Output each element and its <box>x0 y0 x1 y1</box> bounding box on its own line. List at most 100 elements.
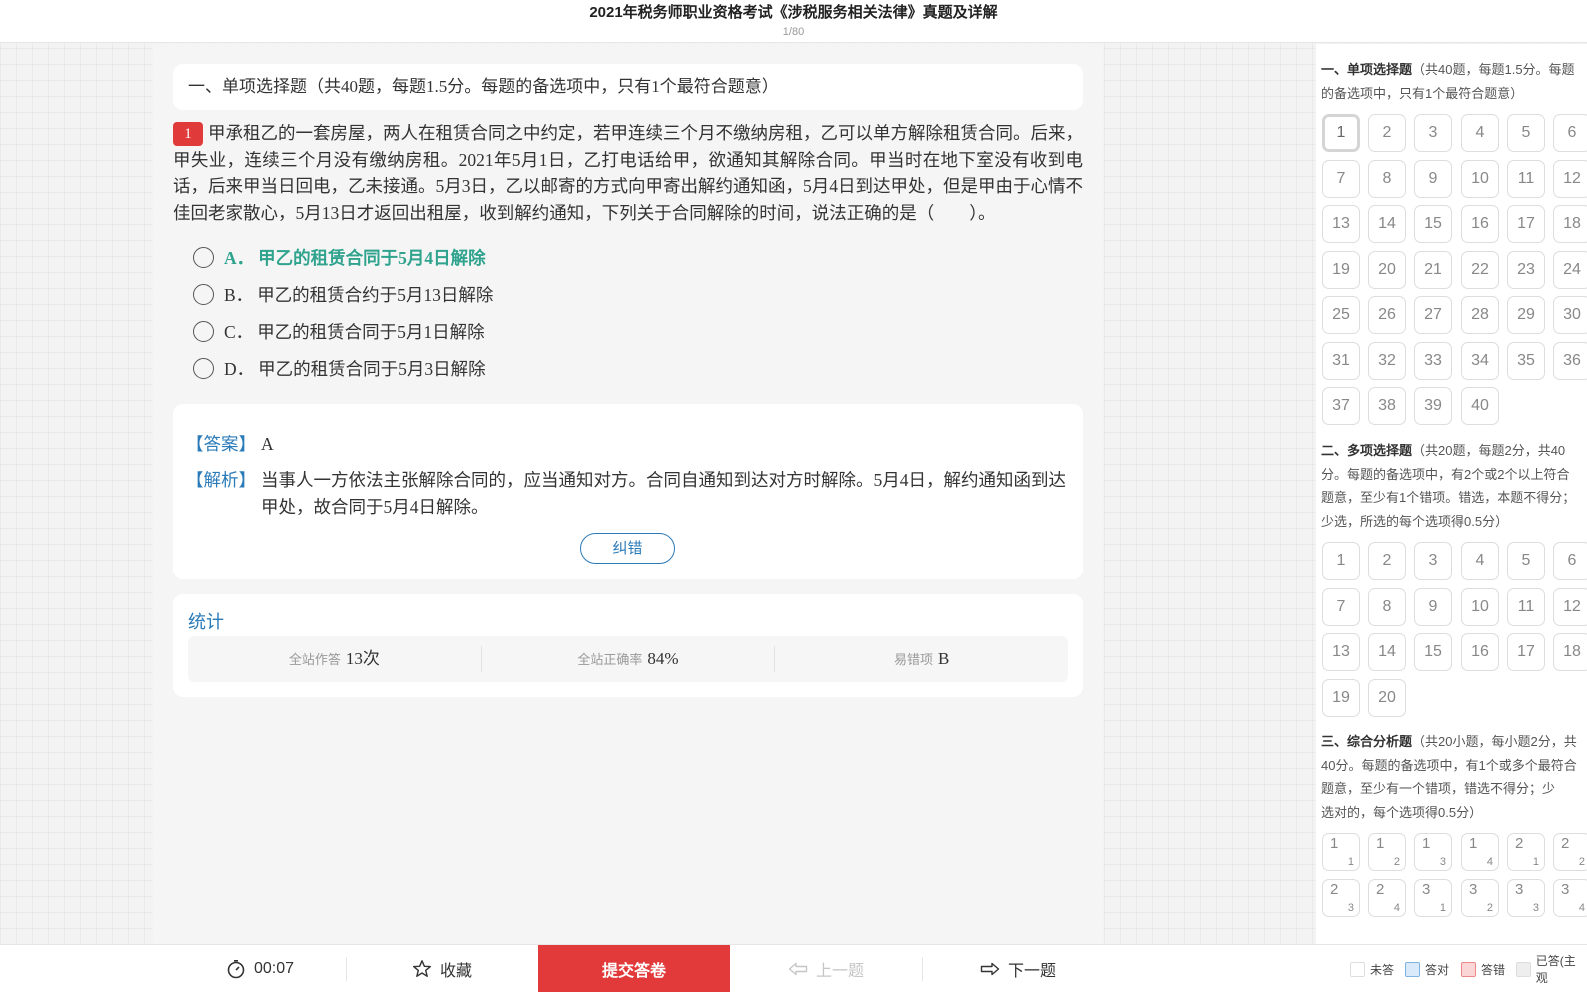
options-list: A． 甲乙的租赁合同于5月4日解除 B． 甲乙的租赁合约于5月13日解除 C． … <box>193 239 493 387</box>
prev-label: 上一题 <box>815 963 864 980</box>
question-grid-button[interactable]: 12 <box>1553 159 1587 198</box>
question-grid-button[interactable]: 8 <box>1368 159 1406 198</box>
prev-question-button[interactable]: 上一题 <box>731 945 921 992</box>
question-grid-button[interactable]: 19 <box>1322 250 1360 289</box>
question-grid-button[interactable]: 23 <box>1507 250 1545 289</box>
option-c[interactable]: C． 甲乙的租赁合同于5月1日解除 <box>193 313 493 350</box>
question-grid-button[interactable]: 11 <box>1507 587 1545 626</box>
question-grid-button[interactable]: 38 <box>1368 387 1406 425</box>
question-grid-button[interactable]: 30 <box>1553 296 1587 334</box>
submit-paper-button[interactable]: 提交答卷 <box>538 945 730 992</box>
question-grid-button[interactable]: 20 <box>1368 678 1406 717</box>
question-grid-button[interactable]: 34 <box>1553 878 1587 917</box>
question-grid-button[interactable]: 25 <box>1322 296 1360 334</box>
question-grid-button[interactable]: 14 <box>1461 833 1499 871</box>
sub-question-number: 4 <box>1578 901 1585 914</box>
case-number: 3 <box>1469 880 1478 898</box>
question-grid-button[interactable]: 12 <box>1553 587 1587 626</box>
radio-icon[interactable] <box>193 284 214 305</box>
question-grid-button[interactable]: 17 <box>1507 205 1545 243</box>
question-grid-button[interactable]: 37 <box>1322 387 1360 425</box>
question-grid-button[interactable]: 5 <box>1507 542 1545 580</box>
question-grid-button[interactable]: 24 <box>1553 250 1587 289</box>
question-grid-button[interactable]: 2 <box>1368 542 1406 580</box>
question-grid-button[interactable]: 15 <box>1414 205 1452 243</box>
question-grid-button[interactable]: 17 <box>1507 633 1545 671</box>
option-b[interactable]: B． 甲乙的租赁合约于5月13日解除 <box>193 276 493 313</box>
question-grid-button[interactable]: 15 <box>1414 633 1452 671</box>
question-grid-button[interactable]: 12 <box>1368 833 1406 871</box>
analysis-row: 【解析】 当事人一方依法主张解除合同的，应当通知对方。合同自通知到达对方时解除。… <box>186 467 1066 521</box>
next-question-button[interactable]: 下一题 <box>923 945 1113 992</box>
question-grid-button[interactable]: 13 <box>1414 833 1452 871</box>
question-grid-button[interactable]: 1 <box>1322 542 1360 580</box>
question-grid-button[interactable]: 33 <box>1414 341 1452 380</box>
question-grid-button[interactable]: 34 <box>1461 341 1499 380</box>
question-grid-button[interactable]: 3 <box>1414 542 1452 580</box>
question-grid-button[interactable]: 11 <box>1322 833 1360 871</box>
question-grid-button[interactable]: 5 <box>1507 114 1545 152</box>
question-grid-button[interactable]: 13 <box>1322 205 1360 243</box>
radio-icon[interactable] <box>193 247 214 268</box>
question-grid-button[interactable]: 9 <box>1414 587 1452 626</box>
legend-correct: 答对 <box>1405 945 1449 992</box>
question-grid-button[interactable]: 3 <box>1414 114 1452 152</box>
option-text: 甲乙的租赁合约于5月13日解除 <box>257 285 494 305</box>
question-grid-button[interactable]: 19 <box>1322 678 1360 717</box>
question-grid-button[interactable]: 28 <box>1461 296 1499 334</box>
question-grid-button[interactable]: 14 <box>1368 633 1406 671</box>
question-grid-button[interactable]: 18 <box>1553 633 1587 671</box>
question-grid-button[interactable]: 23 <box>1322 878 1360 917</box>
question-grid-button[interactable]: 24 <box>1368 878 1406 917</box>
question-grid-button[interactable]: 10 <box>1461 159 1499 198</box>
question-grid-button[interactable]: 16 <box>1461 633 1499 671</box>
question-grid-button[interactable]: 7 <box>1322 159 1360 198</box>
section-rule-text: 少选，所选的每个选项得0.5分） <box>1321 513 1509 529</box>
question-grid-button[interactable]: 31 <box>1414 878 1452 917</box>
question-grid-button[interactable]: 32 <box>1368 341 1406 380</box>
question-grid-button[interactable]: 22 <box>1553 833 1587 871</box>
question-grid-button[interactable]: 8 <box>1368 587 1406 626</box>
question-grid-button[interactable]: 40 <box>1461 387 1499 425</box>
question-grid-button[interactable]: 18 <box>1553 205 1587 243</box>
question-grid-button[interactable]: 31 <box>1322 341 1360 380</box>
question-grid-button[interactable]: 39 <box>1414 387 1452 425</box>
question-grid-button[interactable]: 33 <box>1507 878 1545 917</box>
question-grid-button[interactable]: 29 <box>1507 296 1545 334</box>
radio-icon[interactable] <box>193 358 214 379</box>
question-grid-button[interactable]: 32 <box>1461 878 1499 917</box>
option-a[interactable]: A． 甲乙的租赁合同于5月4日解除 <box>193 239 493 276</box>
option-letter: A． <box>224 248 255 268</box>
question-grid-button[interactable]: 1 <box>1322 114 1360 152</box>
exam-title: 2021年税务师职业资格考试《涉税服务相关法律》真题及详解 <box>589 4 998 21</box>
question-grid-button[interactable]: 14 <box>1368 205 1406 243</box>
question-grid-button[interactable]: 36 <box>1553 341 1587 380</box>
option-letter: D． <box>224 359 255 379</box>
section-description: 40分。每题的备选项中，有1个或多个最符合 <box>1321 754 1587 778</box>
question-grid-button[interactable]: 21 <box>1507 833 1545 871</box>
question-grid-button[interactable]: 20 <box>1368 250 1406 289</box>
legend-subjective: 已答(主观 <box>1516 945 1587 992</box>
question-grid-button[interactable]: 4 <box>1461 542 1499 580</box>
question-grid-button[interactable]: 2 <box>1368 114 1406 152</box>
question-grid-button[interactable]: 26 <box>1368 296 1406 334</box>
question-grid-button[interactable]: 16 <box>1461 205 1499 243</box>
question-grid-button[interactable]: 22 <box>1461 250 1499 289</box>
answer-sheet-panel: 一、单项选择题（共40题，每题1.5分。每题 的备选项中，只有1个最符合题意） 1 2… <box>1316 44 1587 944</box>
question-grid-button[interactable]: 27 <box>1414 296 1452 334</box>
question-grid-button[interactable]: 7 <box>1322 587 1360 626</box>
question-grid-button[interactable]: 35 <box>1507 341 1545 380</box>
question-grid-button[interactable]: 13 <box>1322 633 1360 671</box>
favorite-label: 收藏 <box>439 963 472 980</box>
question-grid-button[interactable]: 9 <box>1414 159 1452 198</box>
question-grid-button[interactable]: 10 <box>1461 587 1499 626</box>
question-grid-button[interactable]: 6 <box>1553 542 1587 580</box>
question-grid-button[interactable]: 6 <box>1553 114 1587 152</box>
question-grid-button[interactable]: 21 <box>1414 250 1452 289</box>
favorite-button[interactable]: 收藏 <box>347 945 537 992</box>
report-error-button[interactable]: 纠错 <box>580 533 675 564</box>
option-d[interactable]: D． 甲乙的租赁合同于5月3日解除 <box>193 350 493 387</box>
question-grid-button[interactable]: 11 <box>1507 159 1545 198</box>
radio-icon[interactable] <box>193 321 214 342</box>
question-grid-button[interactable]: 4 <box>1461 114 1499 152</box>
